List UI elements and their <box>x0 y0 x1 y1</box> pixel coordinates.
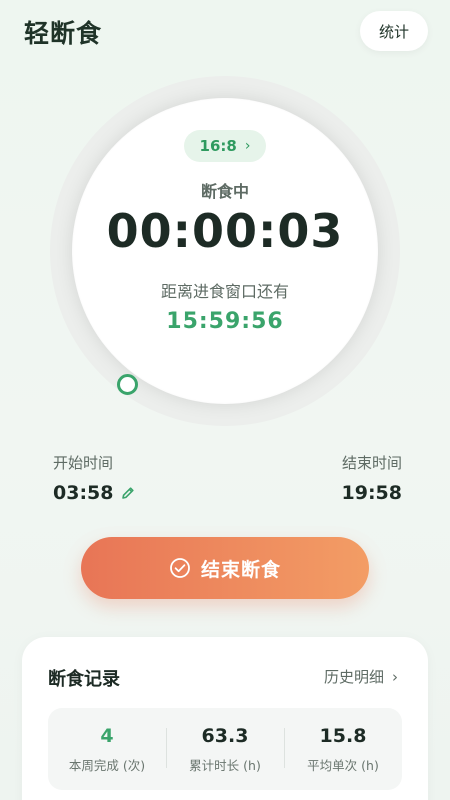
stat-weekly-completed: 4 本周完成 (次) <box>48 720 166 778</box>
check-circle-icon <box>170 558 190 578</box>
chevron-right-icon: › <box>244 138 251 154</box>
chevron-right-icon: › <box>392 667 398 686</box>
stat-total-duration: 63.3 累计时长 (h) <box>166 720 284 778</box>
end-time-label: 结束时间 <box>341 454 402 472</box>
stat-label: 平均单次 (h) <box>307 757 379 773</box>
stat-label: 累计时长 (h) <box>189 757 261 773</box>
history-details-link[interactable]: 历史明细 › <box>324 666 398 687</box>
end-time-value: 19:58 <box>341 482 402 504</box>
end-fast-button[interactable]: 结束断食 <box>81 537 369 599</box>
remaining-timer: 15:59:56 <box>166 309 284 334</box>
stat-value: 63.3 <box>201 724 249 747</box>
fasting-plan-label: 16:8 <box>199 137 237 155</box>
start-time-value: 03:58 <box>53 482 114 504</box>
fasting-status: 断食中 <box>200 182 249 201</box>
progress-indicator-dot <box>117 374 138 395</box>
end-fast-label: 结束断食 <box>200 558 281 581</box>
start-time-editor[interactable]: 03:58 <box>53 482 135 504</box>
elapsed-timer: 00:00:03 <box>106 204 344 258</box>
records-title: 断食记录 <box>48 669 120 690</box>
fasting-records-card: 断食记录 历史明细 › 4 本周完成 (次) 63.3 累计时长 (h) 15.… <box>22 637 428 800</box>
remaining-label: 距离进食窗口还有 <box>160 282 289 301</box>
stat-average-duration: 15.8 平均单次 (h) <box>284 720 402 778</box>
stat-value: 15.8 <box>319 724 367 747</box>
stat-label: 本周完成 (次) <box>68 757 146 773</box>
history-details-label: 历史明细 <box>323 668 384 686</box>
records-stats-row: 4 本周完成 (次) 63.3 累计时长 (h) 15.8 平均单次 (h) <box>48 708 402 790</box>
app-title: 轻断食 <box>24 19 103 48</box>
pencil-edit-icon[interactable] <box>121 486 135 500</box>
fasting-plan-selector[interactable]: 16:8 › <box>184 130 266 162</box>
start-time-label: 开始时间 <box>53 454 114 472</box>
stat-value: 4 <box>100 724 114 747</box>
stats-button[interactable]: 统计 <box>360 11 428 51</box>
